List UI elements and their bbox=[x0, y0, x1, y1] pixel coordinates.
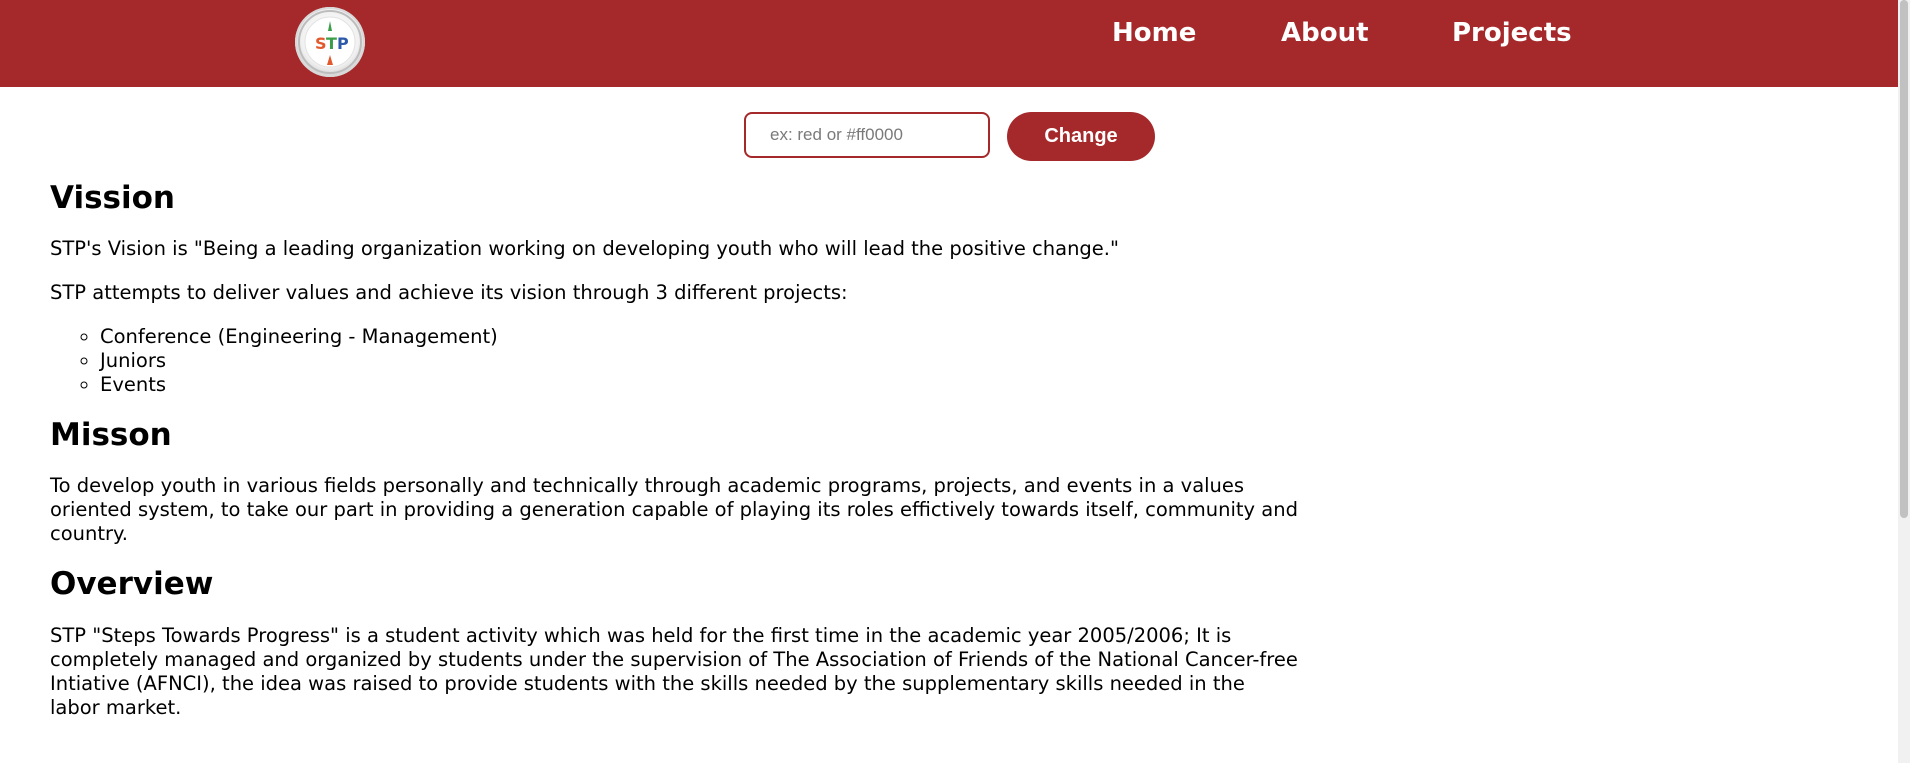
nav-projects-link[interactable]: Projects bbox=[1452, 18, 1572, 48]
overview-text: STP "Steps Towards Progress" is a studen… bbox=[50, 623, 1298, 719]
stp-logo[interactable]: S T P bbox=[295, 7, 365, 77]
nav-about-link[interactable]: About bbox=[1281, 18, 1369, 48]
overview-section: Overview STP "Steps Towards Progress" is… bbox=[50, 566, 1300, 719]
site-header: S T P Home About Projects bbox=[0, 0, 1898, 87]
svg-text:T: T bbox=[326, 34, 337, 53]
list-item: Juniors bbox=[100, 349, 1300, 373]
vision-statement: STP's Vision is "Being a leading organiz… bbox=[50, 237, 1119, 261]
change-color-button[interactable]: Change bbox=[1007, 112, 1155, 161]
vision-intro: STP attempts to deliver values and achie… bbox=[50, 281, 848, 305]
mission-heading: Misson bbox=[50, 417, 172, 454]
svg-text:P: P bbox=[337, 34, 349, 53]
overview-heading: Overview bbox=[50, 566, 214, 603]
mission-section: Misson To develop youth in various field… bbox=[50, 417, 1300, 546]
stp-logo-icon: S T P bbox=[298, 10, 362, 74]
projects-list: Conference (Engineering - Management) Ju… bbox=[50, 325, 1300, 397]
page: S T P Home About Projects Change Vission… bbox=[0, 0, 1898, 763]
vision-heading: Vission bbox=[50, 180, 175, 216]
main-content: Vission STP's Vision is "Being a leading… bbox=[50, 180, 1300, 740]
mission-text: To develop youth in various fields perso… bbox=[50, 474, 1298, 546]
scrollbar-thumb[interactable] bbox=[1900, 0, 1908, 518]
nav-home-link[interactable]: Home bbox=[1112, 18, 1196, 48]
list-item: Conference (Engineering - Management) bbox=[100, 325, 1300, 349]
vertical-scrollbar[interactable] bbox=[1898, 0, 1910, 763]
list-item: Events bbox=[100, 373, 1300, 397]
color-input[interactable] bbox=[744, 112, 990, 158]
svg-text:S: S bbox=[315, 34, 327, 53]
vision-section: Vission STP's Vision is "Being a leading… bbox=[50, 180, 1300, 397]
